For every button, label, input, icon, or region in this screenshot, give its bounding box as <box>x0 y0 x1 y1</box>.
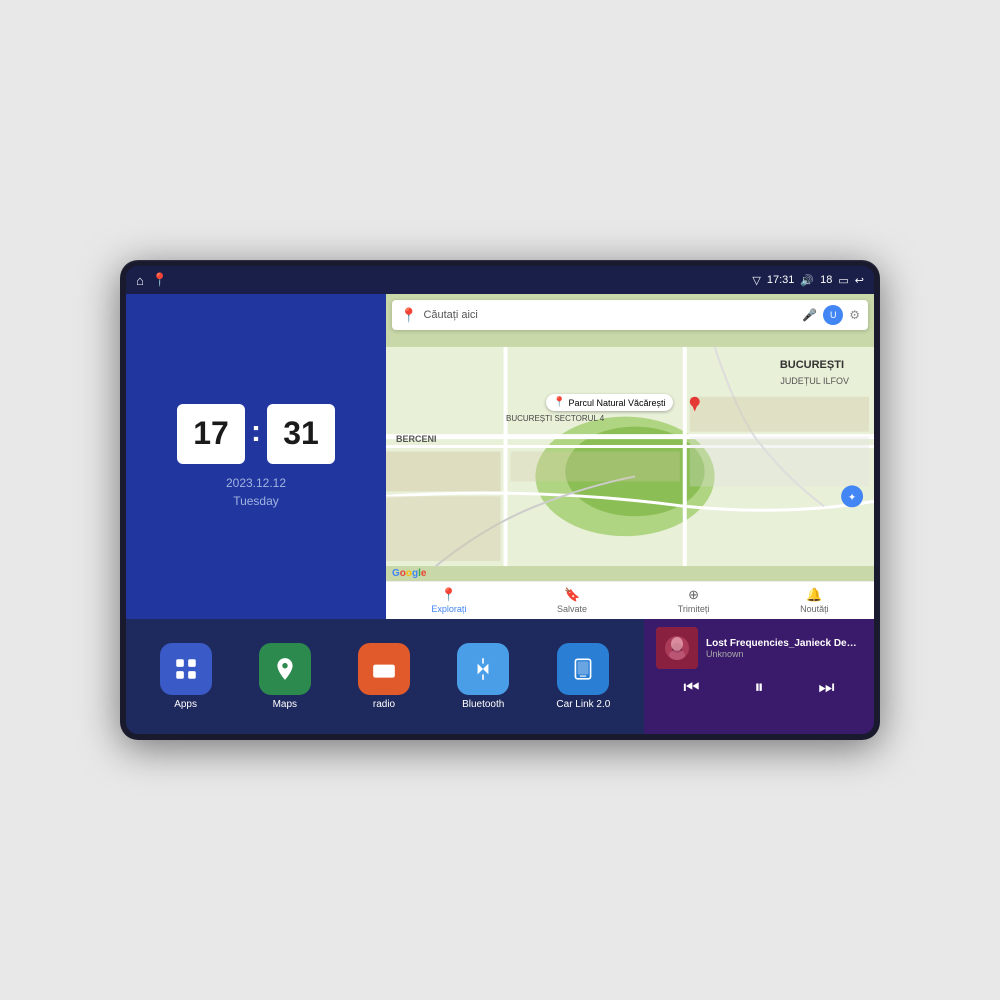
apps-icon <box>160 643 212 695</box>
nav-saved[interactable]: 🔖 Salvate <box>557 587 587 614</box>
news-label: Noutăți <box>800 604 829 614</box>
clock-panel: 17 : 31 2023.12.12 Tuesday <box>126 294 386 619</box>
ilfov-label: JUDEȚUL ILFOV <box>780 376 849 386</box>
user-avatar[interactable]: U <box>823 305 843 325</box>
status-right: ▽ 17:31 🔊 18 ▭ ↩ <box>752 274 864 287</box>
nav-news[interactable]: 🔔 Noutăți <box>800 587 829 614</box>
apps-panel: Apps Maps <box>126 619 644 734</box>
volume-icon: 🔊 <box>800 274 814 287</box>
home-icon[interactable]: ⌂ <box>136 273 144 288</box>
map-svg: ✦ <box>386 294 874 619</box>
date-value: 2023.12.12 <box>226 474 286 492</box>
google-logo: Google <box>392 568 426 579</box>
map-settings-icon[interactable]: ⚙ <box>849 308 860 322</box>
app-item-bluetooth[interactable]: Bluetooth <box>457 643 509 710</box>
car-display-device: ⌂ 📍 ▽ 17:31 🔊 18 ▭ ↩ 17 : <box>120 260 880 740</box>
bluetooth-icon <box>457 643 509 695</box>
saved-label: Salvate <box>557 604 587 614</box>
app-item-radio[interactable]: FM radio <box>358 643 410 710</box>
clock-hours: 17 <box>177 404 245 464</box>
status-time: 17:31 <box>767 274 795 286</box>
news-icon: 🔔 <box>806 587 822 603</box>
next-button[interactable]: ⏭ <box>810 675 842 700</box>
send-icon: ⊕ <box>688 587 699 603</box>
map-search-bar[interactable]: 📍 Căutați aici 🎤 U ⚙ <box>392 300 868 330</box>
sector4-label: BUCUREȘTI SECTORUL 4 <box>506 414 604 423</box>
bottom-section: Apps Maps <box>126 619 874 734</box>
prev-button[interactable]: ⏮ <box>675 675 707 700</box>
nav-explore[interactable]: 📍 Explorați <box>431 587 466 614</box>
carlink-label: Car Link 2.0 <box>556 699 610 710</box>
nav-send[interactable]: ⊕ Trimiteți <box>678 587 710 614</box>
main-content: 17 : 31 2023.12.12 Tuesday <box>126 294 874 734</box>
music-panel: Lost Frequencies_Janieck Devy-... Unknow… <box>644 619 874 734</box>
music-metadata: Lost Frequencies_Janieck Devy-... Unknow… <box>706 638 862 659</box>
app-item-carlink[interactable]: Car Link 2.0 <box>556 643 610 710</box>
map-panel[interactable]: ✦ 📍 Căutați aici 🎤 U ⚙ 📍 Parcul Natural … <box>386 294 874 619</box>
place-name: Parcul Natural Văcărești <box>568 398 665 408</box>
maps-label: Maps <box>273 699 297 710</box>
apps-label: Apps <box>174 699 197 710</box>
album-art <box>656 627 698 669</box>
svg-text:✦: ✦ <box>848 492 856 503</box>
berceni-label: BERCENI <box>396 434 437 444</box>
explore-label: Explorați <box>431 604 466 614</box>
day-value: Tuesday <box>226 492 286 510</box>
top-section: 17 : 31 2023.12.12 Tuesday <box>126 294 874 619</box>
maps-nav-icon[interactable]: 📍 <box>152 272 168 288</box>
map-bottom-bar: 📍 Explorați 🔖 Salvate ⊕ Trimiteți 🔔 <box>386 581 874 619</box>
maps-icon <box>259 643 311 695</box>
search-input-text[interactable]: Căutați aici <box>423 309 796 321</box>
place-pin-icon: 📍 <box>553 397 565 408</box>
music-title: Lost Frequencies_Janieck Devy-... <box>706 638 862 649</box>
signal-icon: ▽ <box>752 274 760 287</box>
saved-icon: 🔖 <box>564 587 580 603</box>
svg-text:FM: FM <box>376 674 384 680</box>
bucuresti-label: BUCUREȘTI <box>780 359 844 371</box>
screen: ⌂ 📍 ▽ 17:31 🔊 18 ▭ ↩ 17 : <box>126 266 874 734</box>
carlink-icon <box>557 643 609 695</box>
clock-colon: : <box>251 415 261 449</box>
status-bar: ⌂ 📍 ▽ 17:31 🔊 18 ▭ ↩ <box>126 266 874 294</box>
status-left: ⌂ 📍 <box>136 272 168 288</box>
date-display: 2023.12.12 Tuesday <box>226 474 286 510</box>
app-item-maps[interactable]: Maps <box>259 643 311 710</box>
radio-icon: FM <box>358 643 410 695</box>
explore-icon: 📍 <box>441 587 457 603</box>
music-artist: Unknown <box>706 649 862 659</box>
bluetooth-label: Bluetooth <box>462 699 504 710</box>
music-info-row: Lost Frequencies_Janieck Devy-... Unknow… <box>656 627 862 669</box>
back-icon[interactable]: ↩ <box>855 274 864 287</box>
mic-icon[interactable]: 🎤 <box>802 308 817 322</box>
battery-icon: ▭ <box>838 274 848 287</box>
play-pause-button[interactable]: ⏸ <box>746 675 771 700</box>
radio-label: radio <box>373 699 395 710</box>
app-item-apps[interactable]: Apps <box>160 643 212 710</box>
place-label[interactable]: 📍 Parcul Natural Văcărești <box>546 394 673 411</box>
clock-minutes: 31 <box>267 404 335 464</box>
clock-display: 17 : 31 <box>177 404 335 464</box>
map-pin-icon: 📍 <box>400 307 417 324</box>
music-controls: ⏮ ⏸ ⏭ <box>656 675 862 700</box>
send-label: Trimiteți <box>678 604 710 614</box>
battery-level: 18 <box>820 274 832 286</box>
